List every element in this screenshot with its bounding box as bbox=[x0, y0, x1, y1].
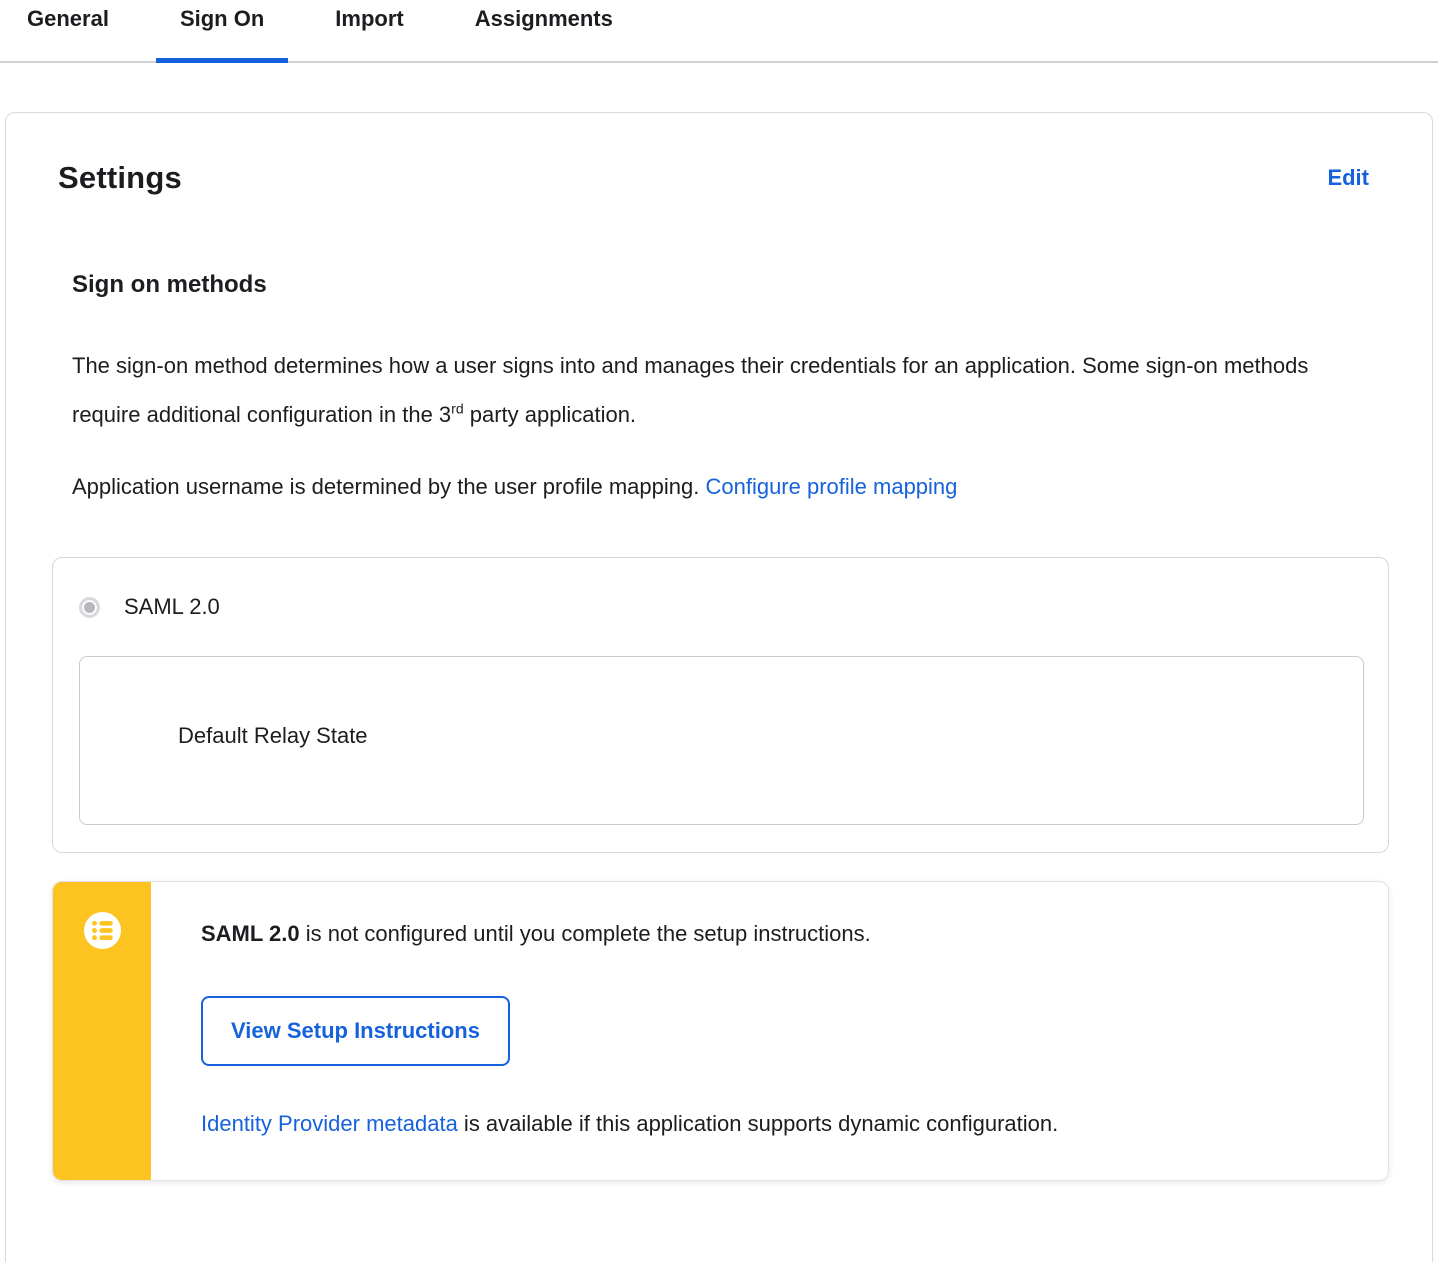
callout-body: SAML 2.0 is not configured until you com… bbox=[151, 882, 1388, 1180]
tab-assignments[interactable]: Assignments bbox=[451, 0, 637, 61]
section-heading: Sign on methods bbox=[72, 271, 267, 298]
saml-settings-panel: Default Relay State bbox=[79, 656, 1364, 825]
callout-message: SAML 2.0 is not configured until you com… bbox=[201, 918, 1348, 950]
sign-on-methods-section: Sign on methods The sign-on method deter… bbox=[52, 271, 1389, 511]
default-relay-state-label: Default Relay State bbox=[178, 723, 368, 748]
configure-profile-mapping-link[interactable]: Configure profile mapping bbox=[705, 474, 957, 499]
edit-link[interactable]: Edit bbox=[1327, 165, 1369, 191]
identity-provider-metadata-link[interactable]: Identity Provider metadata bbox=[201, 1111, 458, 1136]
sign-on-description: The sign-on method determines how a user… bbox=[72, 341, 1312, 439]
sign-on-description-text: The sign-on method determines how a user… bbox=[72, 353, 1309, 427]
tab-sign-on-label: Sign On bbox=[179, 6, 265, 31]
settings-card: Settings Edit Sign on methods The sign-o… bbox=[5, 112, 1433, 1262]
username-mapping-description: Application username is determined by th… bbox=[72, 462, 1312, 511]
page-title: Settings bbox=[58, 160, 182, 195]
username-mapping-text: Application username is determined by th… bbox=[72, 474, 706, 499]
saml-method-box: SAML 2.0 Default Relay State bbox=[52, 557, 1389, 853]
metadata-note-text: is available if this application support… bbox=[457, 1111, 1059, 1136]
settings-card-header: Settings Edit bbox=[52, 113, 1389, 196]
callout-message-text: is not configured until you complete the… bbox=[299, 921, 871, 946]
callout-accent-stripe bbox=[53, 882, 151, 1180]
callout-message-bold: SAML 2.0 bbox=[201, 921, 300, 946]
tab-general[interactable]: General bbox=[3, 0, 133, 61]
saml-radio-row[interactable]: SAML 2.0 bbox=[79, 594, 1364, 620]
app-tab-bar: General Sign On Import Assignments bbox=[0, 0, 1438, 63]
tab-general-label: General bbox=[27, 6, 109, 31]
tab-assignments-label: Assignments bbox=[474, 6, 613, 31]
tab-sign-on[interactable]: Sign On bbox=[155, 0, 289, 63]
ordinal-superscript: rd bbox=[451, 400, 464, 417]
metadata-note: Identity Provider metadata is available … bbox=[201, 1108, 1348, 1140]
list-icon bbox=[83, 912, 121, 949]
tab-import[interactable]: Import bbox=[311, 0, 427, 61]
sign-on-description-text-end: party application. bbox=[463, 402, 637, 427]
view-setup-instructions-button[interactable]: View Setup Instructions bbox=[201, 996, 510, 1066]
tab-import-label: Import bbox=[335, 6, 404, 31]
saml-radio-button[interactable] bbox=[79, 596, 100, 618]
saml-radio-label: SAML 2.0 bbox=[124, 594, 220, 619]
saml-not-configured-callout: SAML 2.0 is not configured until you com… bbox=[52, 881, 1389, 1181]
